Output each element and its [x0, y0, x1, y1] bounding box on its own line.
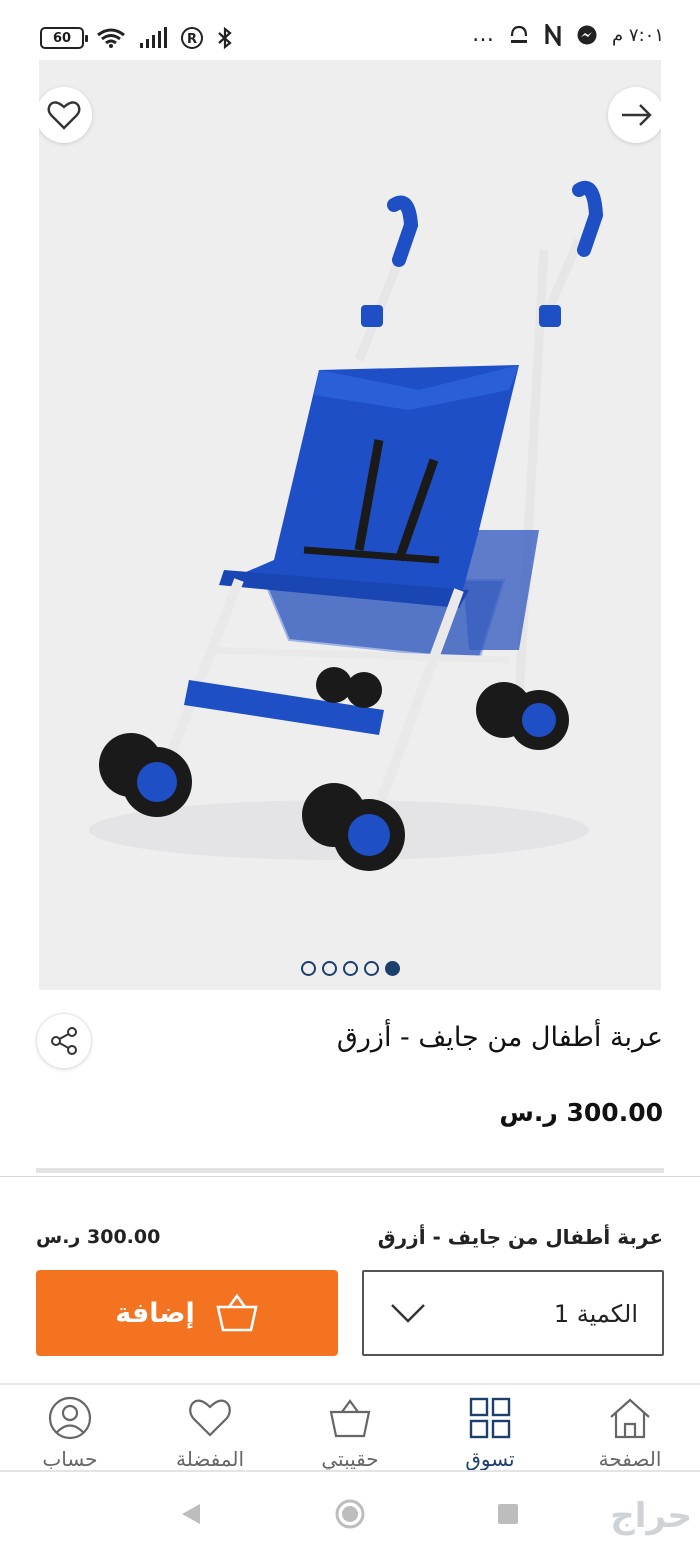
divider: [0, 1176, 700, 1177]
messenger-icon: [577, 25, 597, 45]
product-image-gallery[interactable]: [39, 60, 661, 990]
divider: [36, 1168, 664, 1173]
status-icons-right: … ٧:٠١ م: [472, 24, 664, 46]
add-to-cart-label: إضافة: [115, 1297, 195, 1329]
user-icon: [48, 1396, 92, 1440]
status-bar: 60 R … ٧:٠١ م: [0, 0, 700, 60]
svg-text:R: R: [187, 32, 197, 47]
nav-label-shop: تسوق: [465, 1447, 515, 1471]
quantity-select[interactable]: الكمية 1: [362, 1270, 664, 1356]
clock: ٧:٠١ م: [612, 24, 664, 46]
gallery-dot[interactable]: [301, 961, 316, 976]
nav-item-account[interactable]: حساب: [10, 1395, 130, 1473]
cart-product-name: عربة أطفال من جايف - أزرق: [377, 1225, 663, 1249]
gallery-dot-active[interactable]: [385, 961, 400, 976]
more-notifications-icon: …: [472, 22, 495, 47]
recent-apps-icon[interactable]: [498, 1504, 518, 1524]
share-icon: [51, 1027, 77, 1055]
heart-icon: [189, 1399, 231, 1437]
nav-item-bag[interactable]: حقيبتي: [290, 1395, 410, 1473]
bottom-nav: حساب المفضلة حقيبتي تسوق الصفحة: [0, 1385, 700, 1473]
battery-level: 60: [52, 30, 72, 46]
gallery-dot[interactable]: [343, 961, 358, 976]
bluetooth-icon: [218, 26, 232, 50]
nav-label-bag: حقيبتي: [321, 1447, 379, 1471]
gallery-dots: [301, 961, 400, 976]
stroller-image: [89, 180, 604, 871]
product-price: 300.00 ر.س: [499, 1098, 663, 1127]
nav-label-favorites: المفضلة: [175, 1447, 245, 1471]
signal-icon: [140, 27, 167, 48]
nav-label-home: الصفحة: [598, 1447, 662, 1471]
gallery-dot[interactable]: [322, 961, 337, 976]
next-image-button[interactable]: [608, 87, 661, 143]
watermark: حراج: [610, 1496, 692, 1536]
grid-icon: [469, 1397, 511, 1439]
gallery-dot[interactable]: [364, 961, 379, 976]
arrow-right-icon: [622, 104, 652, 126]
heart-icon: [47, 101, 81, 130]
status-icons-left: 60 R: [40, 26, 234, 50]
notification-app-icon: [510, 25, 528, 43]
add-to-cart-button[interactable]: إضافة: [36, 1270, 338, 1356]
back-icon[interactable]: [180, 1502, 202, 1526]
system-nav-bar: حراج: [0, 1472, 700, 1556]
quantity-label: الكمية 1: [553, 1300, 638, 1328]
nav-item-favorites[interactable]: المفضلة: [150, 1395, 270, 1473]
nav-label-account: حساب: [42, 1447, 98, 1471]
product-title: عربة أطفال من جايف - أزرق: [336, 1022, 663, 1053]
chevron-down-icon: [391, 1304, 425, 1323]
basket-icon: [216, 1293, 258, 1332]
battery-icon: 60: [40, 27, 88, 49]
home-icon: [610, 1398, 650, 1439]
roaming-icon: R: [181, 27, 203, 49]
home-circle-icon[interactable]: [334, 1498, 366, 1530]
nav-item-home[interactable]: الصفحة: [570, 1395, 690, 1473]
bag-icon: [329, 1399, 371, 1438]
netflix-icon: [545, 24, 561, 46]
wifi-icon: [97, 28, 125, 48]
nav-item-shop[interactable]: تسوق: [430, 1395, 550, 1473]
cart-product-price: 300.00 ر.س: [36, 1226, 161, 1248]
share-button[interactable]: [36, 1013, 92, 1069]
